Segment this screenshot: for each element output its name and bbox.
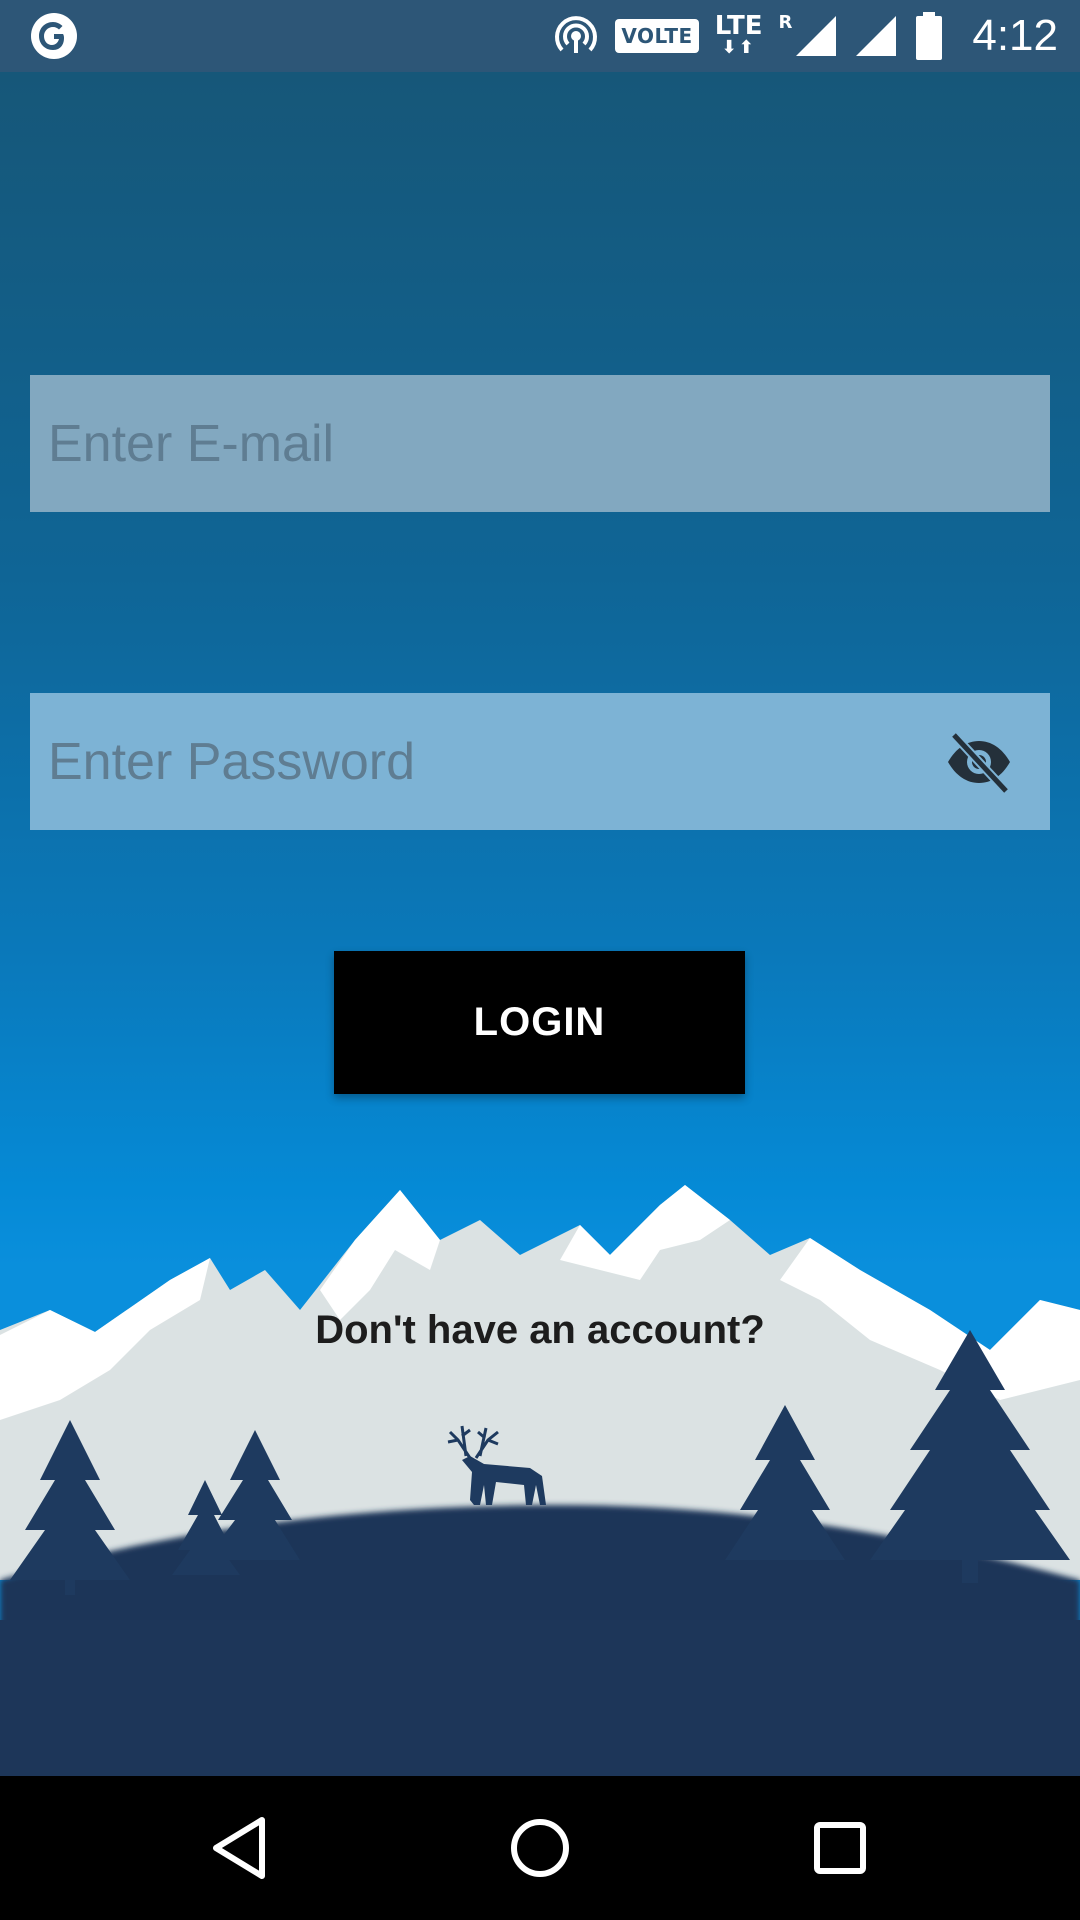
lte-data-icon: LTE ⬇⬆ — [714, 11, 763, 58]
email-field[interactable]: Enter E-mail — [30, 375, 1050, 512]
status-icons: VOLTE LTE ⬇⬆ R 4:12 — [553, 0, 1058, 72]
login-screen: VOLTE LTE ⬇⬆ R 4:12 Enter E-mail Enter P… — [0, 0, 1080, 1920]
mountain-landscape-illustration — [0, 1185, 1080, 1776]
hotspot-icon — [555, 16, 598, 53]
clock: 4:12 — [972, 11, 1058, 60]
navigation-bar — [0, 1776, 1080, 1920]
back-triangle-icon[interactable] — [200, 1808, 280, 1888]
signal-icon — [856, 16, 897, 56]
roaming-indicator: R — [778, 12, 793, 33]
password-placeholder: Enter Password — [48, 732, 416, 791]
google-g-icon — [31, 13, 77, 59]
password-field[interactable]: Enter Password — [30, 693, 1050, 830]
home-circle-icon[interactable] — [500, 1808, 580, 1888]
roaming-signal-icon — [796, 16, 837, 56]
login-button[interactable]: LOGIN — [334, 951, 745, 1094]
eye-off-icon[interactable] — [944, 727, 1014, 797]
lte-arrows: ⬇⬆ — [721, 37, 756, 58]
status-bar: VOLTE LTE ⬇⬆ R 4:12 — [0, 0, 1080, 72]
battery-icon — [916, 12, 943, 60]
signup-link[interactable]: Don't have an account? — [0, 1308, 1080, 1353]
email-placeholder: Enter E-mail — [48, 414, 335, 473]
volte-icon: VOLTE — [615, 19, 699, 53]
recents-square-icon[interactable] — [800, 1808, 880, 1888]
login-label: LOGIN — [473, 1000, 606, 1044]
ground-base — [0, 1620, 1080, 1776]
lte-label: LTE — [714, 11, 763, 41]
